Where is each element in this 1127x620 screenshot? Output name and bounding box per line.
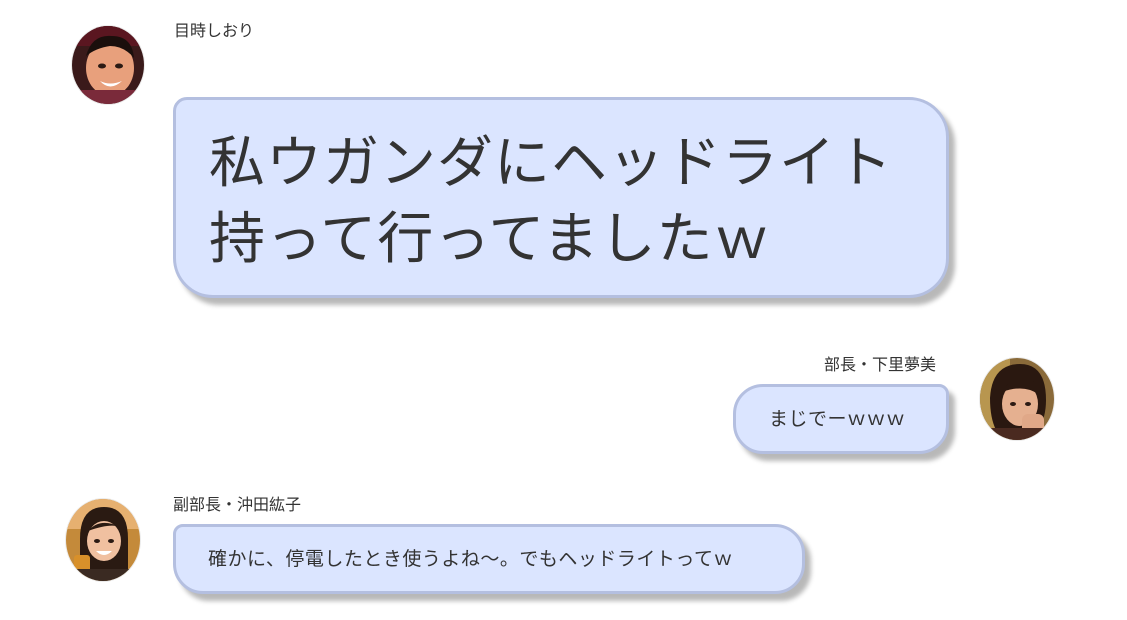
sender-avatar-shimosato <box>980 358 1054 440</box>
message-bubble-received: 私ウガンダにヘッドライト 持って行ってましたｗ <box>173 97 949 298</box>
message-text: まじでーｗｗｗ <box>769 408 906 430</box>
sender-avatar-shiori <box>72 26 144 104</box>
chat-conversation: 目時しおり 私ウガンダにヘッドライト 持って行ってましたｗ 部長・下里夢美 まじ… <box>0 0 1127 620</box>
message-line: 持って行ってましたｗ <box>209 207 771 272</box>
message-bubble-received: 確かに、停電したとき使うよね～。でもヘッドライトってｗ <box>173 524 805 594</box>
message-bubble-sent: まじでーｗｗｗ <box>733 384 949 454</box>
sender-name: 目時しおり <box>174 21 255 40</box>
message-text: 私ウガンダにヘッドライト 持って行ってましたｗ <box>209 126 893 278</box>
sender-avatar-okita <box>66 499 140 581</box>
sender-name: 部長・下里夢美 <box>824 355 937 374</box>
message-text: 確かに、停電したとき使うよね～。でもヘッドライトってｗ <box>208 548 733 570</box>
sender-name: 副部長・沖田紘子 <box>173 495 302 514</box>
message-line: 私ウガンダにヘッドライト <box>209 131 893 196</box>
